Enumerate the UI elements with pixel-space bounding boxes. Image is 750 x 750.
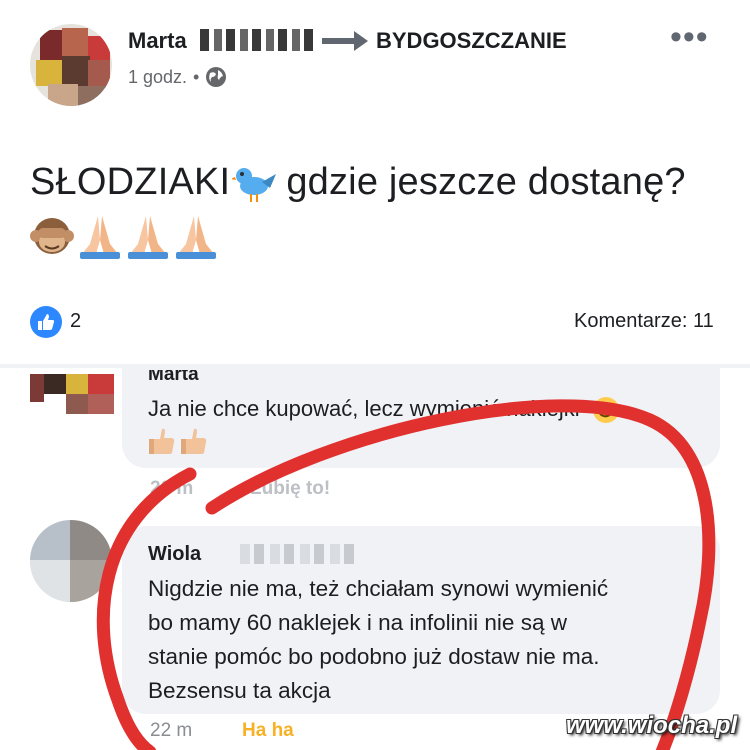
watermark: www.wiocha.pl: [566, 712, 738, 739]
emoji-row: [30, 210, 218, 260]
comment-avatar[interactable]: [30, 374, 114, 414]
comment-text-content: Ja nie chce kupować, lecz wymienić nakle…: [148, 396, 580, 421]
folded-hands-icon: [126, 210, 170, 260]
comment-author[interactable]: Wiola: [148, 543, 201, 566]
comments-count[interactable]: Komentarze: 11: [574, 310, 714, 333]
comment-text: Nigdzie nie ma, też chciałam synowi wymi…: [148, 576, 609, 703]
redacted-surname: [200, 29, 318, 51]
post-text-rest: gdzie jeszcze dostanę?: [286, 160, 686, 203]
post-meta: 1 godz. •: [128, 66, 227, 88]
more-options-icon[interactable]: •••: [670, 20, 710, 54]
winking-face-icon: [592, 397, 619, 424]
see-no-evil-monkey-icon: [30, 210, 74, 260]
author-name[interactable]: Marta: [128, 28, 187, 54]
haha-reaction-button[interactable]: Ha ha: [242, 720, 294, 742]
comment-avatar[interactable]: [30, 520, 112, 602]
globe-icon: [206, 67, 227, 87]
comment-time[interactable]: 20 m: [150, 478, 193, 500]
post-text-main: SŁODZIAKI: [30, 160, 231, 203]
folded-hands-icon: [174, 210, 218, 260]
group-name[interactable]: BYDGOSZCZANIE: [376, 28, 567, 54]
like-reaction-icon[interactable]: [30, 306, 62, 338]
thumbs-up-icon: [38, 314, 55, 330]
comment-text: Ja nie chce kupować, lecz wymienić nakle…: [148, 394, 620, 424]
bird-emoji-icon: [232, 168, 277, 202]
thumbs-up-emoji-icon: [181, 428, 207, 454]
thumbs-row: [148, 426, 208, 456]
arrow-right-icon: [322, 31, 368, 51]
folded-hands-icon: [78, 210, 122, 260]
post-time[interactable]: 1 godz.: [128, 67, 187, 88]
redacted-surname: [240, 544, 360, 564]
author-avatar[interactable]: [30, 24, 112, 106]
comment-like-button[interactable]: Lubię to!: [250, 478, 330, 500]
comment-time[interactable]: 22 m: [150, 720, 192, 742]
like-count[interactable]: 2: [70, 310, 81, 333]
thumbs-up-emoji-icon: [149, 428, 175, 454]
meta-separator: •: [193, 66, 200, 87]
post-text: SŁODZIAKI gdzie jeszcze dostanę?: [30, 160, 686, 204]
